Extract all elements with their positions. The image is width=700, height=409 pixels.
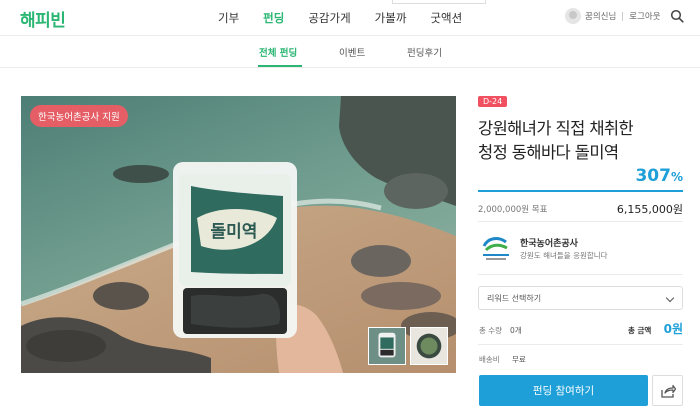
shipping-value: 무료 xyxy=(512,355,526,364)
goal-amount: 2,000,000원 목표 xyxy=(478,205,548,215)
title-line-2: 청정 동해바다 돌미역 xyxy=(478,143,619,162)
active-tab-indicator xyxy=(258,65,302,67)
join-funding-button[interactable]: 펀딩 참여하기 xyxy=(479,375,648,406)
quantity-label: 총 수량 xyxy=(479,326,503,335)
organization-logo[interactable] xyxy=(480,234,512,262)
thumbnail-strip xyxy=(364,327,448,365)
tab-all-funding[interactable]: 전체 펀딩 xyxy=(259,45,297,59)
divider xyxy=(478,344,683,345)
svg-text:돌미역: 돌미역 xyxy=(211,222,258,242)
progress-fill xyxy=(478,190,683,192)
project-main-image: 돌미역 한국농어촌공사 지원 xyxy=(21,96,456,373)
user-name[interactable]: 꿈의신님 xyxy=(585,10,616,22)
kr-rural-corp-logo-icon xyxy=(482,237,509,260)
tab-event[interactable]: 이벤트 xyxy=(339,45,365,59)
search-dropdown-edge xyxy=(392,0,486,4)
thumbnail-2[interactable] xyxy=(410,327,448,365)
share-button[interactable] xyxy=(652,375,683,406)
nav-funding[interactable]: 펀딩 xyxy=(263,10,284,26)
support-badge: 한국농어촌공사 지원 xyxy=(30,105,128,127)
organization-description: 강원도 해녀들을 응원합니다 xyxy=(520,251,608,260)
quantity-value: 0개 xyxy=(510,326,522,335)
sub-nav: 전체 펀딩 이벤트 펀딩후기 xyxy=(0,36,700,68)
percent-number: 307 xyxy=(635,166,671,186)
search-icon[interactable] xyxy=(670,9,684,23)
raised-amount: 6,155,000원 xyxy=(616,203,683,216)
dday-badge: D-24 xyxy=(478,96,508,107)
nav-donate[interactable]: 기부 xyxy=(218,10,239,26)
top-header: 해피빈 기부 펀딩 공감가게 가볼까 굿액션 꿈의신님 로그아웃 xyxy=(0,0,700,36)
reward-select[interactable]: 리워드 선택하기 xyxy=(478,286,683,310)
thumbnail-1[interactable] xyxy=(368,327,406,365)
reward-select-label: 리워드 선택하기 xyxy=(487,294,542,303)
logout-link[interactable]: 로그아웃 xyxy=(629,10,660,22)
chevron-down-icon xyxy=(665,293,675,303)
percent-sign: % xyxy=(670,170,683,184)
shipping-label: 배송비 xyxy=(479,355,500,364)
divider xyxy=(478,274,683,275)
nav-store[interactable]: 공감가게 xyxy=(308,10,350,26)
logo[interactable]: 해피빈 xyxy=(20,6,66,31)
nav-visit[interactable]: 가볼까 xyxy=(375,10,407,26)
divider xyxy=(478,221,683,222)
title-line-1: 강원해녀가 직접 채취한 xyxy=(478,119,634,138)
progress-bar xyxy=(478,190,683,192)
total-label: 총 금액 xyxy=(628,326,652,335)
tab-funding-review[interactable]: 펀딩후기 xyxy=(407,45,442,59)
project-title: 강원해녀가 직접 채취한 청정 동해바다 돌미역 xyxy=(478,117,688,165)
organization-name[interactable]: 한국농어촌공사 xyxy=(520,236,578,249)
main-nav: 기부 펀딩 공감가게 가볼까 굿액션 xyxy=(218,10,486,26)
share-icon xyxy=(660,384,676,398)
total-value: 0원 xyxy=(663,322,683,336)
funding-percent: 307% xyxy=(635,166,683,186)
avatar[interactable] xyxy=(565,8,581,24)
nav-good-action[interactable]: 굿액션 xyxy=(430,10,462,26)
divider xyxy=(622,11,624,21)
user-menu: 꿈의신님 로그아웃 xyxy=(565,8,661,24)
